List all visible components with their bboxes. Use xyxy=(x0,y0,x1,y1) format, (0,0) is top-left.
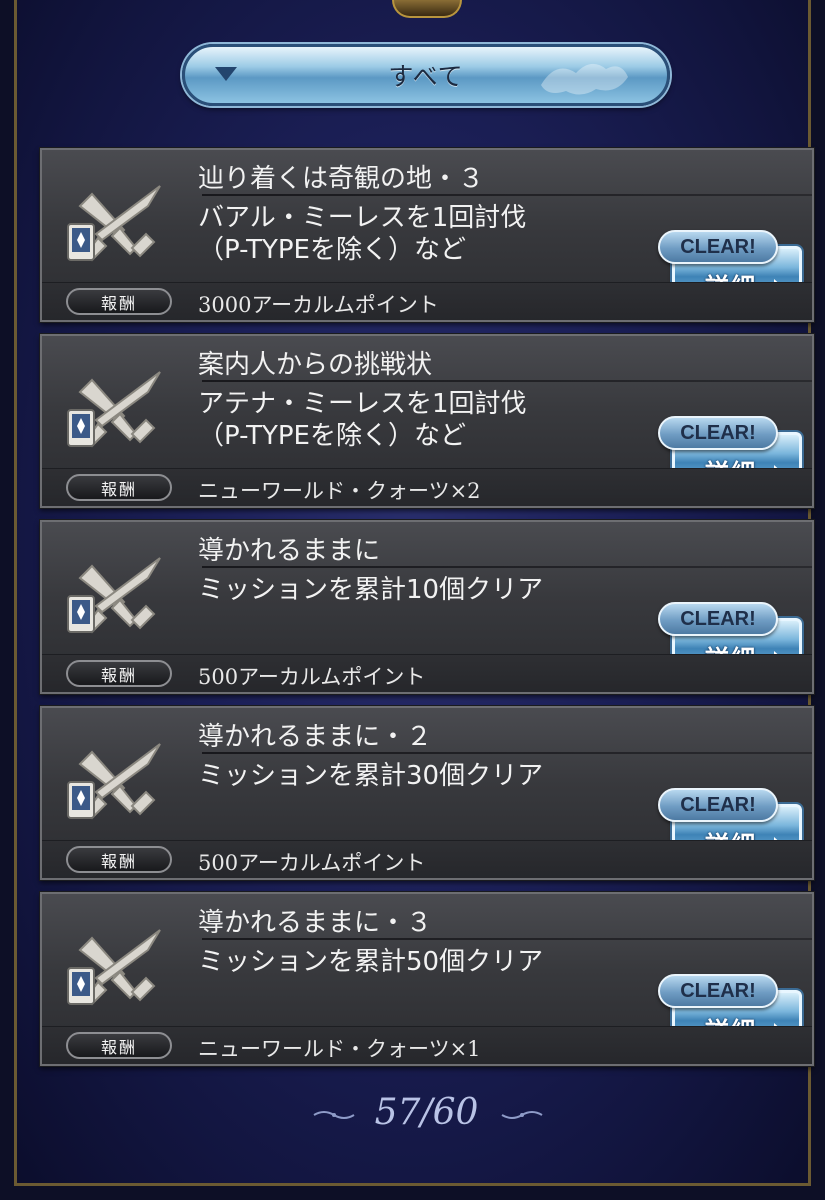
clear-badge: CLEAR! xyxy=(658,974,778,1008)
description-line: ミッションを累計50個クリア xyxy=(198,947,544,977)
reward-badge: 報酬 xyxy=(66,1032,172,1059)
crossed-swords-icon xyxy=(67,557,161,634)
reward-badge: 報酬 xyxy=(66,474,172,501)
clear-badge: CLEAR! xyxy=(658,230,778,264)
clear-badge: CLEAR! xyxy=(658,788,778,822)
emblem-icon xyxy=(541,63,628,95)
mission-card: 案内人からの挑戦状 アテナ・ミーレスを1回討伐 （P-TYPEを除く）など CL… xyxy=(40,334,814,508)
mission-card: 辿り着くは奇観の地・３ バアル・ミーレスを1回討伐 （P-TYPEを除く）など … xyxy=(40,148,814,322)
description-line: （P-TYPEを除く）など xyxy=(198,421,466,451)
description-line: （P-TYPEを除く）など xyxy=(198,235,466,265)
reward-bar: 報酬 500アーカルムポイント xyxy=(42,654,812,692)
reward-badge: 報酬 xyxy=(66,660,172,687)
ornament-right-icon xyxy=(501,1111,543,1119)
page-counter: 57/60 xyxy=(374,1092,479,1133)
reward-bar: 報酬 ニューワールド・クォーツ×1 xyxy=(42,1026,812,1064)
mission-description: ミッションを累計10個クリア xyxy=(198,574,648,606)
description-line: ミッションを累計10個クリア xyxy=(198,575,544,605)
reward-badge: 報酬 xyxy=(66,846,172,873)
mission-description: アテナ・ミーレスを1回討伐 （P-TYPEを除く）など xyxy=(198,388,648,452)
filter-dropdown[interactable]: すべて xyxy=(182,44,670,106)
crossed-swords-icon xyxy=(67,185,161,262)
mission-title: 案内人からの挑戦状 xyxy=(198,350,433,380)
top-ornament xyxy=(392,0,462,18)
description-line: バアル・ミーレスを1回討伐 xyxy=(198,203,527,233)
crossed-swords-icon xyxy=(67,743,161,820)
mission-description: バアル・ミーレスを1回討伐 （P-TYPEを除く）など xyxy=(198,202,648,266)
mission-title: 導かれるままに xyxy=(198,536,381,566)
background-frame: すべて 辿り着くは奇観の地・３ バアル・ミーレスを1回討伐 （P-TYPEを除く… xyxy=(0,0,825,1200)
reward-text: 500アーカルムポイント xyxy=(198,665,426,689)
crossed-swords-icon xyxy=(67,929,161,1006)
description-line: アテナ・ミーレスを1回討伐 xyxy=(198,389,527,419)
crossed-swords-icon xyxy=(67,371,161,448)
mission-title: 辿り着くは奇観の地・３ xyxy=(198,164,485,194)
reward-badge: 報酬 xyxy=(66,288,172,315)
reward-bar: 報酬 3000アーカルムポイント xyxy=(42,282,812,320)
dropdown-arrow-icon xyxy=(215,67,237,81)
mission-card: 導かれるままに・３ ミッションを累計50個クリア CLEAR! 詳細 報酬 ニュ… xyxy=(40,892,814,1066)
reward-text: ニューワールド・クォーツ×1 xyxy=(198,1037,481,1061)
reward-text: 500アーカルムポイント xyxy=(198,851,426,875)
mission-description: ミッションを累計50個クリア xyxy=(198,946,648,978)
reward-text: 3000アーカルムポイント xyxy=(198,293,439,317)
mission-card: 導かれるままに・２ ミッションを累計30個クリア CLEAR! 詳細 報酬 50… xyxy=(40,706,814,880)
reward-bar: 報酬 500アーカルムポイント xyxy=(42,840,812,878)
filter-label: すべて xyxy=(388,62,464,91)
mission-title: 導かれるままに・３ xyxy=(198,908,433,938)
clear-badge: CLEAR! xyxy=(658,416,778,450)
reward-text: ニューワールド・クォーツ×2 xyxy=(198,479,481,503)
clear-badge: CLEAR! xyxy=(658,602,778,636)
mission-title: 導かれるままに・２ xyxy=(198,722,433,752)
mission-card: 導かれるままに ミッションを累計10個クリア CLEAR! 詳細 報酬 500ア… xyxy=(40,520,814,694)
mission-description: ミッションを累計30個クリア xyxy=(198,760,648,792)
reward-bar: 報酬 ニューワールド・クォーツ×2 xyxy=(42,468,812,506)
description-line: ミッションを累計30個クリア xyxy=(198,761,544,791)
